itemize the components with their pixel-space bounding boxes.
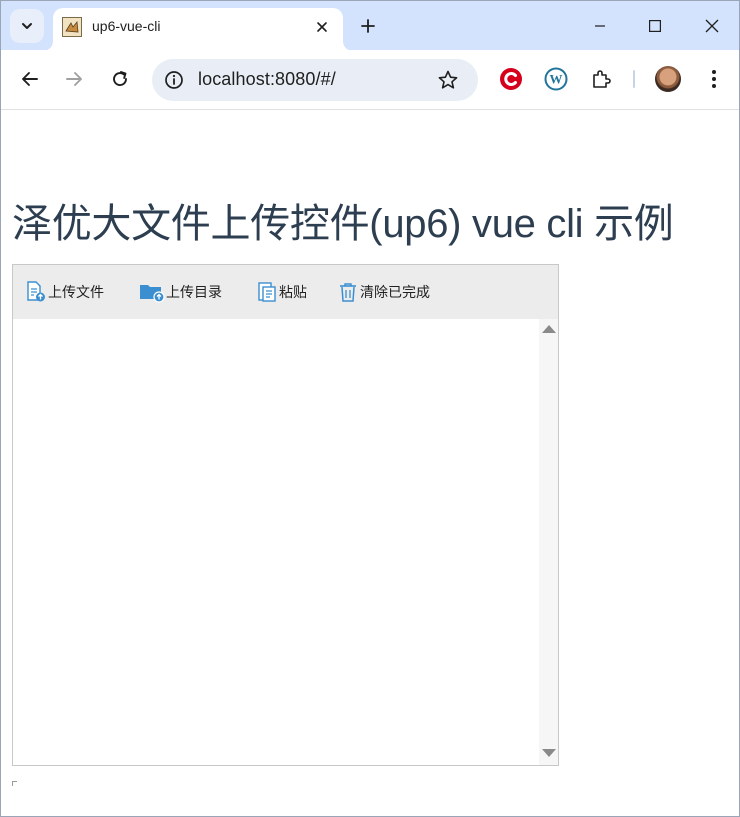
- upload-folder-button[interactable]: 上传目录: [138, 281, 222, 303]
- browser-menu-button[interactable]: [701, 66, 727, 92]
- maximize-icon: [649, 19, 661, 32]
- browser-window: up6-vue-cli localhost:8080/#/ W 泽优大文件上传控…: [0, 0, 740, 817]
- upload-file-button[interactable]: 上传文件: [25, 281, 104, 303]
- extension-c-button[interactable]: [498, 66, 524, 92]
- wordpress-icon: W: [544, 67, 568, 91]
- favicon-icon: [62, 17, 82, 37]
- tab-search-button[interactable]: [10, 9, 44, 43]
- reload-icon: [113, 71, 127, 86]
- uploader-panel: 上传文件 上传目录 粘贴 清除已完成: [12, 264, 559, 766]
- red-c-extension-icon: [500, 68, 522, 90]
- tab-title: up6-vue-cli: [92, 18, 161, 34]
- back-button[interactable]: [15, 64, 45, 94]
- scroll-down-arrow-icon[interactable]: [542, 749, 556, 757]
- trash-icon: [337, 281, 359, 303]
- new-tab-button[interactable]: [355, 13, 381, 39]
- page-title: 泽优大文件上传控件(up6) vue cli 示例: [12, 202, 674, 246]
- window-close-button[interactable]: [689, 1, 735, 50]
- arrow-right-icon: [66, 72, 82, 86]
- plus-icon: [361, 19, 375, 33]
- url-text[interactable]: localhost:8080/#/: [198, 69, 336, 90]
- upload-folder-label: 上传目录: [166, 284, 222, 300]
- upload-folder-icon: [138, 281, 165, 303]
- star-icon: [438, 70, 458, 89]
- bookmark-button[interactable]: [436, 68, 460, 92]
- paste-button[interactable]: 粘贴: [256, 281, 307, 303]
- minimize-icon: [595, 24, 605, 27]
- active-tab[interactable]: up6-vue-cli: [43, 8, 353, 51]
- tab-strip: up6-vue-cli: [1, 1, 739, 51]
- upload-file-label: 上传文件: [48, 284, 104, 300]
- tab-close-button[interactable]: [311, 16, 333, 38]
- toolbar-separator: [633, 70, 635, 88]
- clear-completed-button[interactable]: 清除已完成: [337, 281, 430, 303]
- forward-button[interactable]: [59, 64, 89, 94]
- list-scrollbar[interactable]: [539, 319, 558, 765]
- close-icon: [317, 22, 327, 32]
- browser-toolbar: localhost:8080/#/ W: [1, 50, 739, 110]
- upload-file-icon: [25, 281, 47, 303]
- svg-text:W: W: [550, 72, 563, 87]
- broken-image-icon: [12, 781, 17, 786]
- minimize-button[interactable]: [577, 1, 623, 50]
- info-icon: [165, 71, 183, 89]
- close-icon: [705, 19, 719, 32]
- uploader-toolbar: 上传文件 上传目录 粘贴 清除已完成: [13, 265, 558, 319]
- profile-avatar[interactable]: [655, 66, 681, 92]
- reload-button[interactable]: [105, 64, 135, 94]
- more-vertical-icon: [712, 70, 716, 88]
- paste-label: 粘贴: [279, 284, 307, 300]
- paste-icon: [256, 281, 278, 303]
- upload-file-list: [13, 319, 558, 765]
- clear-completed-label: 清除已完成: [360, 284, 430, 300]
- puzzle-icon: [593, 70, 611, 88]
- arrow-left-icon: [22, 72, 38, 86]
- chevron-down-icon: [22, 23, 32, 29]
- extensions-menu-button[interactable]: [588, 66, 614, 92]
- scroll-up-arrow-icon[interactable]: [542, 325, 556, 333]
- maximize-button[interactable]: [632, 1, 678, 50]
- site-info-button[interactable]: [162, 68, 186, 92]
- address-bar[interactable]: localhost:8080/#/: [152, 59, 478, 101]
- extension-wordpress-button[interactable]: W: [543, 66, 569, 92]
